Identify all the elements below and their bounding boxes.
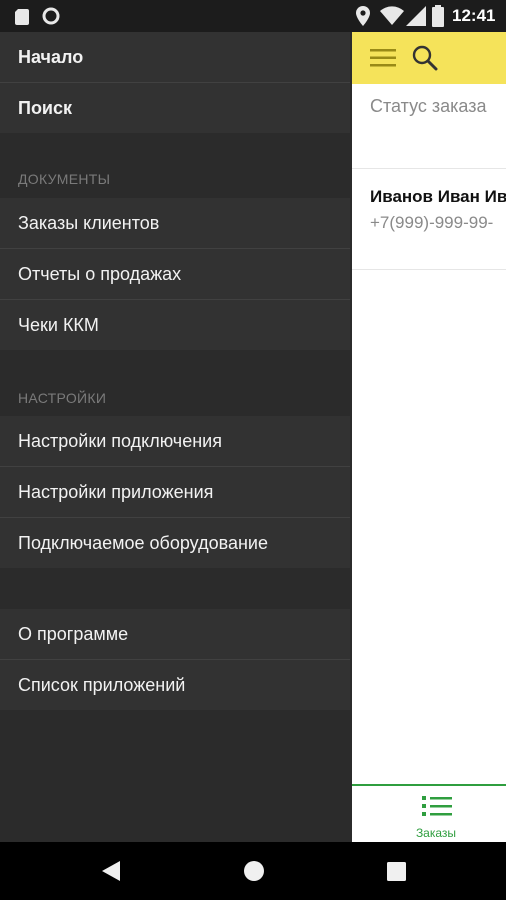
drawer-item-kkm-receipts[interactable]: Чеки ККМ [0, 300, 350, 350]
drawer-item-label: Настройки подключения [18, 431, 222, 451]
list-icon [422, 796, 452, 816]
drawer-item-home[interactable]: Начало [0, 32, 350, 82]
customer-name: Иванов Иван Ив [370, 187, 506, 206]
order-list-item[interactable]: Иванов Иван Ив +7(999)-999-99- [352, 168, 506, 270]
menu-icon[interactable] [370, 48, 396, 68]
drawer-item-sales-reports[interactable]: Отчеты о продажах [0, 249, 350, 299]
drawer-item-connection-settings[interactable]: Настройки подключения [0, 416, 350, 466]
cellular-signal-icon [406, 6, 426, 26]
home-icon[interactable] [243, 860, 265, 882]
drawer-item-label: Поиск [18, 98, 73, 118]
drawer-item-about[interactable]: О программе [0, 609, 350, 659]
tab-orders-label: Заказы [415, 826, 457, 840]
battery-icon [432, 5, 444, 27]
system-navigation-bar [0, 842, 506, 900]
wifi-icon [380, 6, 404, 26]
sync-circle-icon [42, 7, 60, 25]
tab-orders[interactable]: Заказы [352, 786, 506, 842]
status-bar: 12:41 [0, 0, 506, 32]
drawer-item-label: О программе [18, 624, 129, 644]
drawer-item-label: Начало [18, 47, 84, 67]
back-icon[interactable] [100, 860, 122, 882]
orders-screen: Статус заказа Иванов Иван Ив +7(999)-999… [352, 32, 506, 842]
drawer-item-app-settings[interactable]: Настройки приложения [0, 467, 350, 517]
drawer-item-search[interactable]: Поиск [0, 83, 350, 133]
recents-icon[interactable] [387, 862, 406, 881]
app-toolbar [352, 32, 506, 84]
section-header-settings: НАСТРОЙКИ [18, 390, 107, 406]
drawer-item-label: Настройки приложения [18, 482, 214, 502]
drawer-item-customer-orders[interactable]: Заказы клиентов [0, 198, 350, 248]
drawer-item-label: Чеки ККМ [18, 315, 99, 335]
drawer-item-connected-equipment[interactable]: Подключаемое оборудование [0, 518, 350, 568]
customer-phone: +7(999)-999-99- [370, 213, 494, 232]
status-time: 12:41 [452, 6, 496, 25]
location-icon [356, 6, 370, 26]
drawer-item-label: Список приложений [18, 675, 186, 695]
drawer-item-label: Подключаемое оборудование [18, 533, 268, 553]
search-icon[interactable] [412, 45, 438, 71]
drawer-item-label: Заказы клиентов [18, 213, 160, 233]
order-status-field[interactable]: Статус заказа [370, 96, 487, 117]
sd-card-icon [15, 9, 29, 25]
navigation-drawer: Начало Поиск ДОКУМЕНТЫ Заказы клиентов О… [0, 32, 352, 842]
bottom-tab-bar: Заказы [352, 784, 506, 842]
drawer-item-app-list[interactable]: Список приложений [0, 660, 350, 710]
drawer-item-label: Отчеты о продажах [18, 264, 182, 284]
section-header-documents: ДОКУМЕНТЫ [18, 171, 111, 187]
